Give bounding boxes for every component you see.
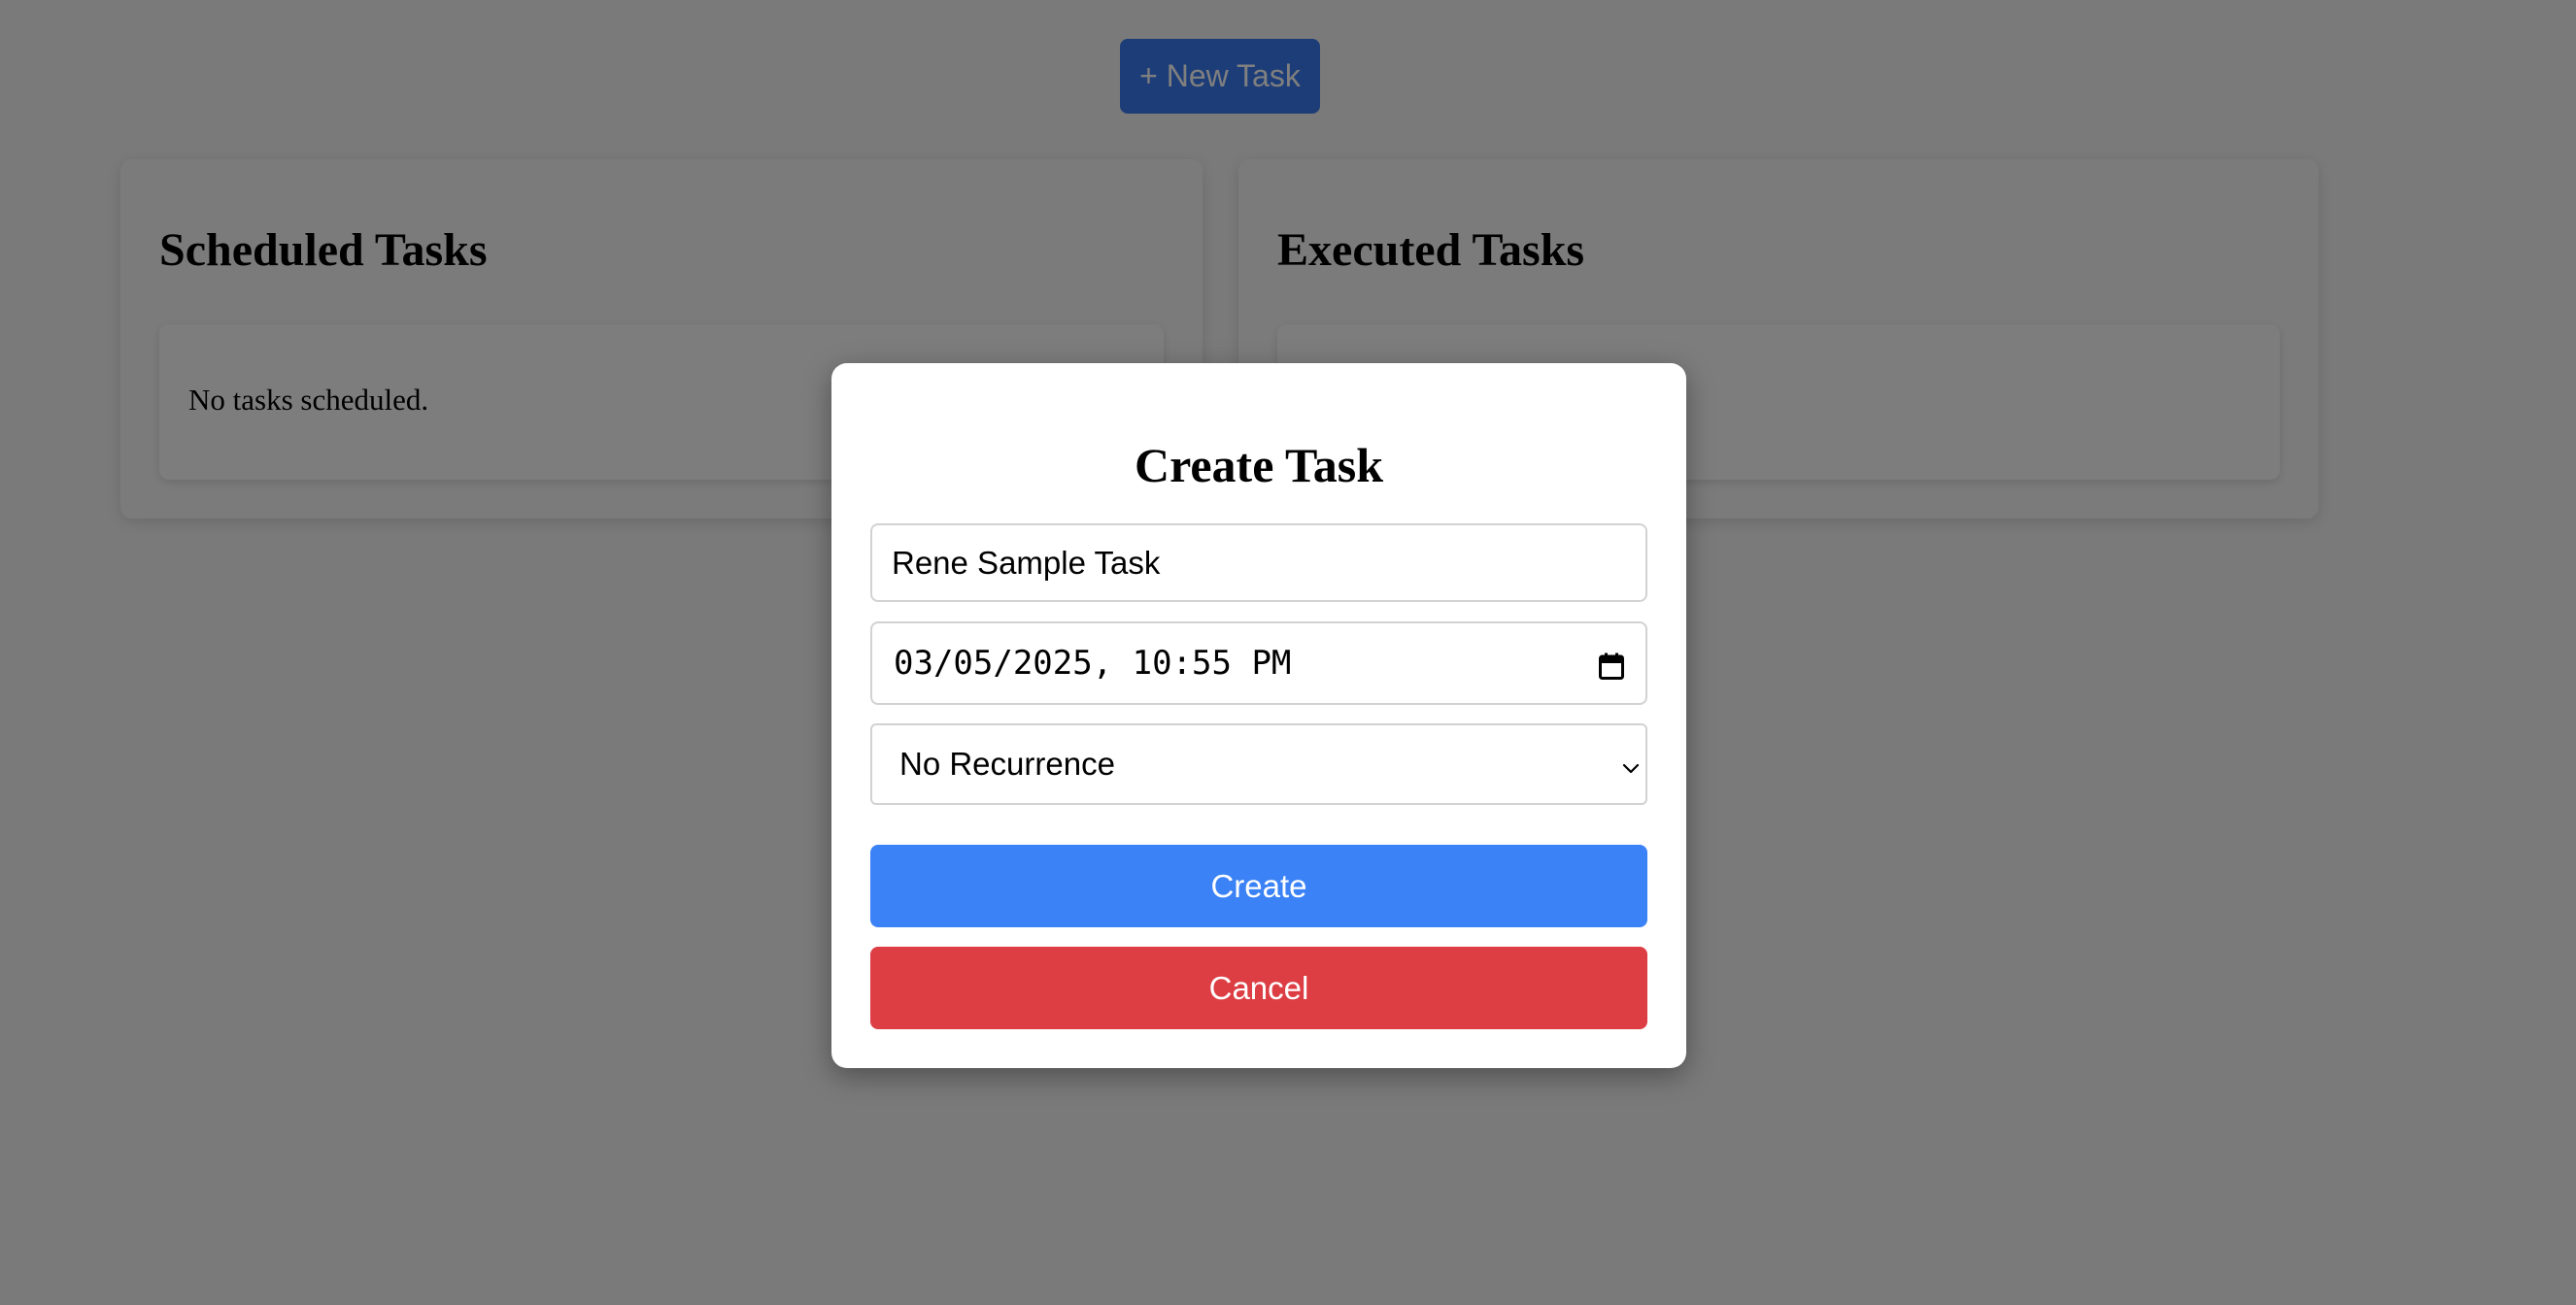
datetime-field[interactable]: 03/05/2025, 10:55 PM	[870, 621, 1647, 705]
calendar-icon[interactable]	[1599, 650, 1624, 680]
recurrence-select[interactable]: No Recurrence	[870, 723, 1647, 805]
create-task-modal: Create Task 03/05/2025, 10:55 PM No Recu…	[831, 363, 1686, 1068]
task-name-field[interactable]	[870, 523, 1647, 602]
create-button[interactable]: Create	[870, 845, 1647, 927]
datetime-value[interactable]: 03/05/2025, 10:55 PM	[894, 644, 1291, 683]
cancel-button[interactable]: Cancel	[870, 947, 1647, 1029]
task-name-input[interactable]	[892, 544, 1645, 582]
modal-title: Create Task	[1134, 438, 1384, 492]
recurrence-selected-value[interactable]: No Recurrence	[899, 746, 1115, 783]
chevron-down-icon[interactable]	[1622, 746, 1640, 783]
